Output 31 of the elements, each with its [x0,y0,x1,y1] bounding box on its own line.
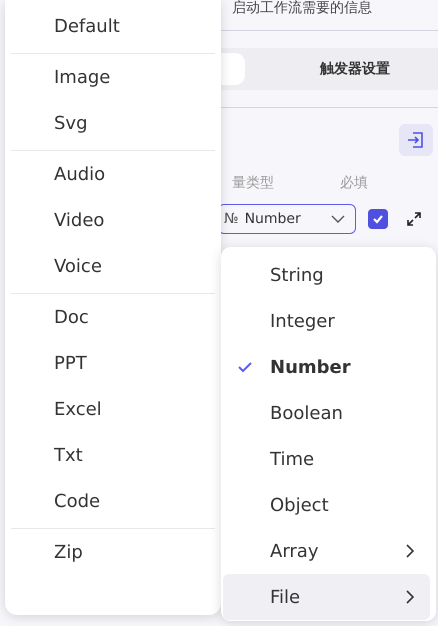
menu-item[interactable]: Code [5,479,221,525]
required-checkbox[interactable] [368,209,388,229]
tab[interactable]: 触发器设置 [320,60,390,78]
menu-item[interactable]: Video [5,198,221,244]
menu-item[interactable]: Time [223,436,430,482]
column-header: 必填 [340,174,368,193]
menu-item[interactable]: String [223,252,430,298]
menu-item[interactable]: Excel [5,387,221,433]
menu-item[interactable]: Svg [5,101,221,147]
menu-item[interactable]: Boolean [223,390,430,436]
chevron-right-icon [406,590,414,604]
menu-item[interactable]: Object [223,482,430,528]
subtitle: 启动工作流需要的信息 [231,0,373,18]
menu-item[interactable]: Doc [5,295,221,341]
chevron-right-icon [406,544,414,558]
import-button[interactable] [399,124,433,156]
menu-item[interactable]: Zip [5,530,221,576]
menu-item[interactable]: Number [223,344,430,390]
chevron-down-icon [331,215,345,223]
import-icon [407,131,425,149]
menu-item[interactable]: Integer [223,298,430,344]
expand-icon[interactable] [406,211,422,227]
column-header: 量类型 [232,174,274,193]
menu-item[interactable]: Txt [5,433,221,479]
menu-item[interactable]: Array [223,528,430,574]
menu-item[interactable]: File [223,574,430,620]
menu-item[interactable]: Audio [5,152,221,198]
menu-item[interactable]: PPT [5,341,221,387]
menu-item[interactable]: Default [5,4,221,50]
menu-item[interactable]: Image [5,55,221,101]
menu-item[interactable]: Voice [5,244,221,290]
